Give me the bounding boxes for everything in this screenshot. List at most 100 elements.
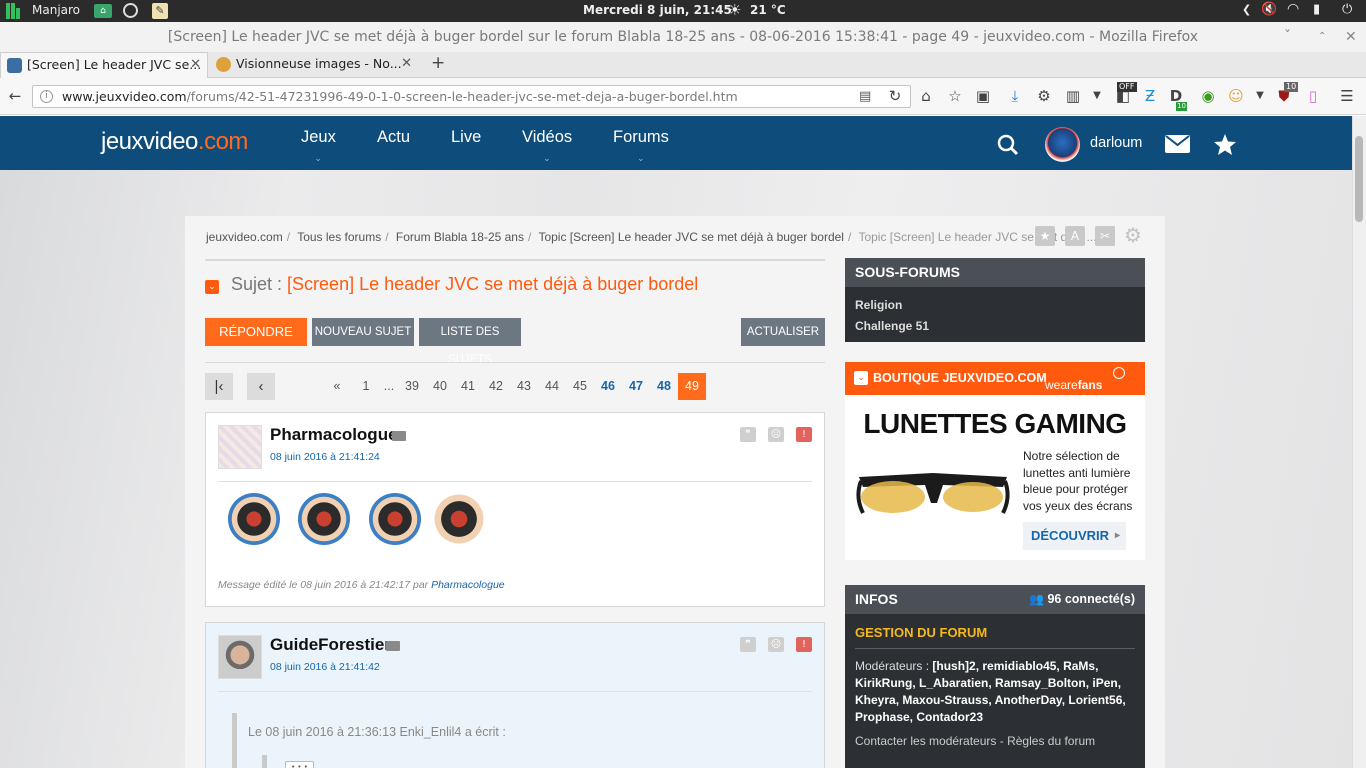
breadcrumb-home[interactable]: jeuxvideo.com <box>206 230 283 244</box>
user-avatar[interactable] <box>1045 127 1080 162</box>
sticker-image[interactable] <box>228 493 280 545</box>
previous-page-button[interactable]: ‹ <box>247 373 275 400</box>
sticker-image[interactable] <box>369 493 421 545</box>
settings-gear-icon[interactable]: ⚙ <box>1124 225 1142 245</box>
volume-muted-icon[interactable]: 🔇 <box>1261 2 1277 17</box>
green-addon-icon[interactable]: ◉ <box>1199 87 1217 105</box>
post-author[interactable]: Pharmacologue <box>270 425 398 445</box>
system-clock[interactable]: Mercredi 8 juin, 21:45 <box>583 3 732 17</box>
colorful-addon-icon[interactable]: ▯ <box>1304 87 1322 105</box>
author-avatar[interactable] <box>218 635 262 679</box>
power-icon[interactable]: ⏻ <box>1342 2 1352 17</box>
boutique-panel[interactable]: ⌄ BOUTIQUE JEUXVIDEO.COM wearefans LUNET… <box>845 362 1145 560</box>
page-link[interactable]: 46 <box>597 373 619 400</box>
breadcrumb-forum[interactable]: Forum Blabla 18-25 ans <box>396 230 524 244</box>
close-tab-icon[interactable]: ✕ <box>401 52 412 76</box>
maximize-icon[interactable]: ⌃ <box>1318 22 1326 52</box>
ignore-user-icon[interactable]: ☹ <box>768 427 784 442</box>
close-window-icon[interactable]: ✕ <box>1345 22 1357 52</box>
tools-icon[interactable]: ✂ <box>1095 226 1115 246</box>
hamburger-menu-icon[interactable]: ☰ <box>1338 87 1356 105</box>
page-link[interactable]: 39 <box>401 373 423 400</box>
nav-forums[interactable]: Forums ⌄ <box>613 128 669 163</box>
page-link[interactable]: 45 <box>569 373 591 400</box>
nav-actu[interactable]: Actu <box>377 128 410 147</box>
nav-live[interactable]: Live <box>451 128 481 147</box>
reading-list-icon[interactable]: ▣ <box>974 87 992 105</box>
post-author[interactable]: GuideForestier <box>270 635 391 655</box>
favorites-star-icon[interactable] <box>1214 134 1236 155</box>
quote-icon[interactable]: ❞ <box>740 427 756 442</box>
page-link[interactable]: 47 <box>625 373 647 400</box>
wifi-icon[interactable]: ◠ <box>1287 1 1299 17</box>
tab-image-viewer[interactable]: Visionneuse images - No... ✕ <box>210 52 418 78</box>
font-size-icon[interactable]: A <box>1065 226 1085 246</box>
forum-rules-link[interactable]: Règles du forum <box>1007 734 1095 748</box>
private-message-icon[interactable] <box>392 431 406 441</box>
page-link[interactable]: 43 <box>513 373 535 400</box>
bookmark-star-icon[interactable]: ☆ <box>946 87 964 105</box>
collapse-toggle-icon[interactable]: ⌄ <box>205 280 219 294</box>
close-tab-icon[interactable]: ✕ <box>190 53 201 77</box>
temperature-label[interactable]: 21 °C <box>750 3 786 17</box>
clipboard-addon-icon[interactable]: ▥ <box>1064 87 1082 105</box>
downloads-icon[interactable]: ⤓ <box>1006 87 1024 105</box>
home-folder-icon[interactable]: ⌂ <box>94 4 112 18</box>
edit-author-link[interactable]: Pharmacologue <box>431 579 505 591</box>
breadcrumb-all-forums[interactable]: Tous les forums <box>297 230 381 244</box>
sticker-image[interactable] <box>433 493 485 545</box>
breadcrumb-topic[interactable]: Topic [Screen] Le header JVC se met déjà… <box>538 230 844 244</box>
dropdown-arrow-icon[interactable]: ▼ <box>1088 87 1106 105</box>
reply-button[interactable]: RÉPONDRE <box>205 318 307 346</box>
ignore-user-icon[interactable]: ☹ <box>768 637 784 652</box>
page-link[interactable]: 48 <box>653 373 675 400</box>
expand-quote-button[interactable]: • • • <box>285 761 314 768</box>
first-page-button[interactable]: |‹ <box>205 373 233 400</box>
dropdown-arrow-icon[interactable]: ▼ <box>1251 87 1269 105</box>
tab-screen-topic[interactable]: [Screen] Le header JVC se... ✕ <box>0 52 208 78</box>
reader-view-icon[interactable]: ▤ <box>859 86 871 107</box>
info-icon[interactable]: i <box>40 90 53 103</box>
page-link[interactable]: 41 <box>457 373 479 400</box>
url-bar[interactable]: i www.jeuxvideo.com/forums/42-51-4723199… <box>32 85 911 108</box>
private-message-icon[interactable] <box>386 641 400 651</box>
minimize-icon[interactable]: ˇ <box>1284 22 1291 52</box>
mail-icon[interactable] <box>1165 135 1190 153</box>
notes-icon[interactable]: ✎ <box>152 3 168 19</box>
new-topic-button[interactable]: NOUVEAU SUJET <box>312 318 414 346</box>
sub-forum-link[interactable]: Religion <box>855 295 1135 316</box>
manjaro-logo-icon[interactable] <box>6 3 21 19</box>
discover-button[interactable]: DÉCOUVRIR ▸ <box>1023 522 1126 550</box>
post-date[interactable]: 08 juin 2016 à 21:41:24 <box>270 451 380 463</box>
search-icon[interactable] <box>997 134 1019 156</box>
home-icon[interactable]: ⌂ <box>917 87 935 105</box>
reload-icon[interactable]: ↻ <box>886 87 904 105</box>
scrollbar-thumb[interactable] <box>1355 136 1363 222</box>
username[interactable]: darloum <box>1090 135 1142 151</box>
topic-list-button[interactable]: LISTE DES SUJETS <box>419 318 521 366</box>
quote-icon[interactable]: ❞ <box>740 637 756 652</box>
sub-forum-link[interactable]: Challenge 51 <box>855 316 1135 337</box>
post-date[interactable]: 08 juin 2016 à 21:41:42 <box>270 661 380 673</box>
app-menu-label[interactable]: Manjaro <box>32 3 80 17</box>
page-link[interactable]: 1 <box>359 373 373 400</box>
favorite-topic-icon[interactable]: ★ <box>1035 226 1055 246</box>
author-avatar[interactable] <box>218 425 262 469</box>
z-addon-icon[interactable]: Ƶ <box>1141 87 1159 105</box>
smiley-addon-icon[interactable]: ☺ <box>1227 87 1245 105</box>
contact-moderators-link[interactable]: Contacter les modérateurs <box>855 734 996 748</box>
sticker-image[interactable] <box>298 493 350 545</box>
battery-icon[interactable]: ▮ <box>1313 2 1320 17</box>
connected-count[interactable]: 👥 96 connecté(s) <box>1029 585 1135 614</box>
new-tab-icon[interactable]: + <box>431 53 445 73</box>
report-icon[interactable]: ! <box>796 427 812 442</box>
refresh-button[interactable]: ACTUALISER <box>741 318 825 346</box>
report-icon[interactable]: ! <box>796 637 812 652</box>
page-link[interactable]: 44 <box>541 373 563 400</box>
pagination-start[interactable]: « <box>330 373 344 400</box>
page-link[interactable]: 42 <box>485 373 507 400</box>
addon-tool-icon[interactable]: ⚙ <box>1035 87 1053 105</box>
page-link[interactable]: 40 <box>429 373 451 400</box>
nav-jeux[interactable]: Jeux ⌄ <box>301 128 336 163</box>
nav-videos[interactable]: Vidéos ⌄ <box>522 128 572 163</box>
